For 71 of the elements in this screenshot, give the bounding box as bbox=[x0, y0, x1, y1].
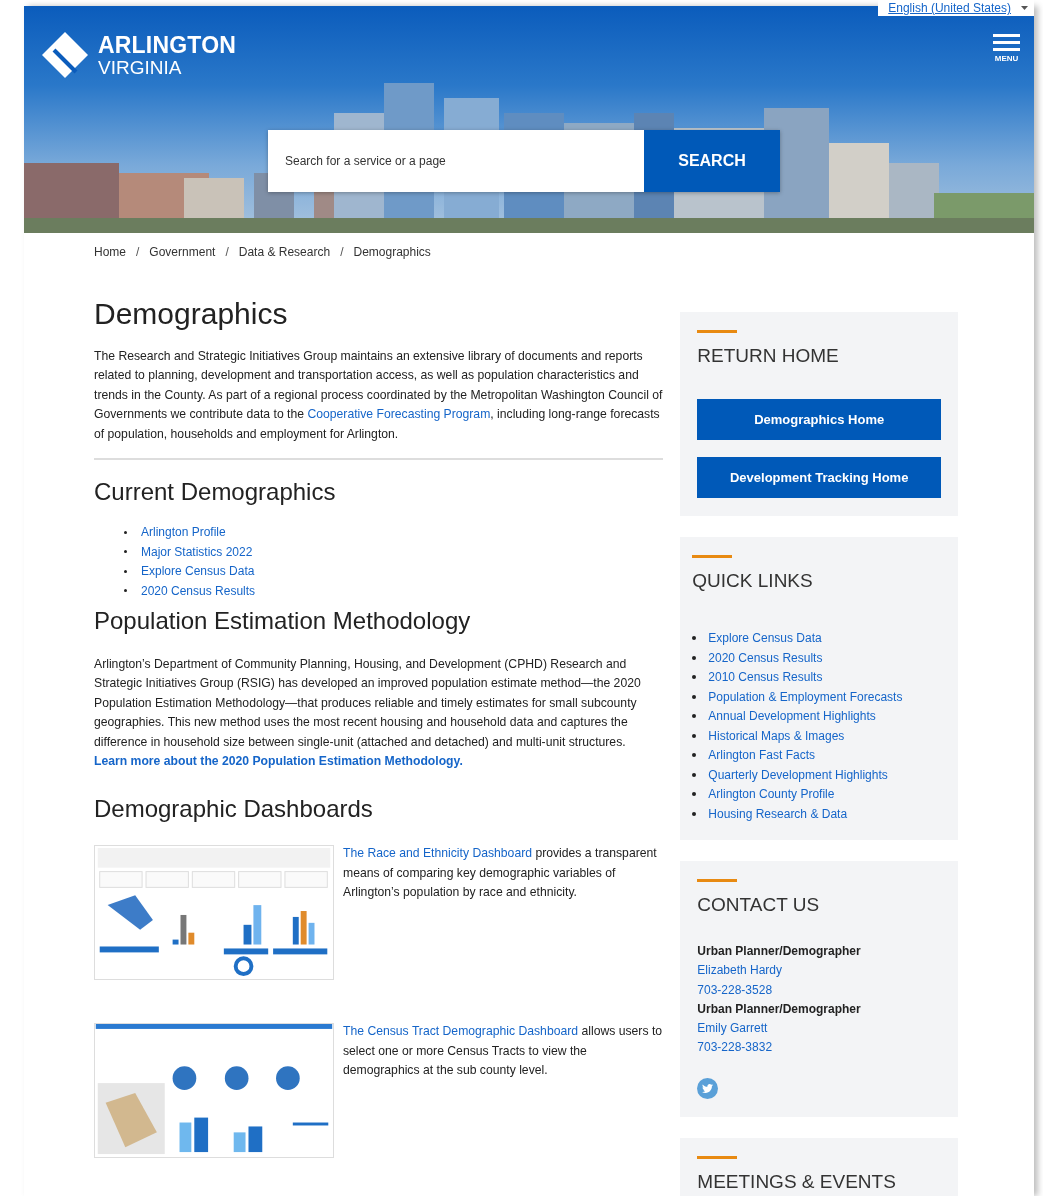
nav-button[interactable]: Demographics Home bbox=[697, 399, 941, 440]
section-heading: QUICK LINKS bbox=[692, 570, 814, 592]
page-title: Demographics bbox=[94, 297, 289, 331]
nav-button[interactable]: Development Tracking Home bbox=[697, 457, 941, 498]
accent-bar bbox=[692, 555, 733, 558]
breadcrumb-link[interactable]: Government bbox=[149, 245, 216, 259]
section-heading: RETURN HOME bbox=[697, 345, 840, 367]
list-link[interactable]: Explore Census Data bbox=[141, 563, 255, 580]
breadcrumb-link[interactable]: Demographics bbox=[353, 245, 431, 259]
breadcrumb-link[interactable]: Data & Research bbox=[238, 245, 331, 259]
section-heading: Demographic Dashboards bbox=[94, 795, 374, 824]
contact-role: Urban Planner/Demographer bbox=[697, 943, 862, 960]
breadcrumb-separator: / bbox=[340, 245, 344, 259]
accent-bar bbox=[697, 1155, 738, 1159]
bullet-icon bbox=[692, 694, 697, 699]
bullet-icon bbox=[124, 569, 127, 573]
quick-link[interactable]: 2010 Census Results bbox=[708, 669, 823, 686]
bullet-icon bbox=[692, 636, 697, 641]
section-heading: Current Demographics bbox=[94, 478, 337, 507]
quick-link[interactable]: Population & Employment Forecasts bbox=[708, 688, 903, 705]
accent-bar bbox=[697, 330, 738, 333]
contact-phone[interactable]: 703-228-3832 bbox=[697, 1038, 941, 1058]
methodology-paragraph: Arlington’s Department of Community Planning, Housing, and Development (CPHD) Research and Strategic Initiatives Group (RSIG) has developed an improved population estimate method—the 2020 Population Estimation Methodology—that produces reliable and timely estimates for small subcounty geographies. This new method uses the most recent housing and household data and captures the difference in household size between single-unit (attached and detached) and multi-unit structures. Learn more about the 2020 Population Estimation Methodology. bbox=[94, 656, 642, 771]
logo-text: ARLINGTON bbox=[98, 32, 237, 58]
intro-paragraph: The Research and Strategic Initiatives Group maintains an extensive library of documents and reports related to planning, development and transportation access, as well as population characteristics and trends in the County. As part of a regional process coordinated by the Metropolitan Washington Council of Governments we contribute data to the Cooperative Forecasting Program, including long-range forecasts of population, households and employment for Arlington. bbox=[94, 348, 664, 443]
bullet-icon bbox=[692, 675, 697, 680]
quick-link[interactable]: Annual Development Highlights bbox=[708, 708, 876, 725]
bullet-icon bbox=[692, 733, 697, 738]
quick-link[interactable]: Historical Maps & Images bbox=[708, 727, 845, 744]
quick-link[interactable]: Arlington County Profile bbox=[708, 786, 835, 803]
menu-button[interactable]: MENU bbox=[993, 30, 1020, 67]
list-link[interactable]: Major Statistics 2022 bbox=[141, 543, 253, 561]
logo-subtext: VIRGINIA bbox=[98, 58, 183, 78]
quick-link[interactable]: Quarterly Development Highlights bbox=[708, 766, 888, 783]
dashboard-description: The Race and Ethnicity Dashboard provides a transparent means of comparing key demographic variables of Arlington’s population by race and ethnicity. bbox=[343, 845, 658, 902]
bullet-icon bbox=[124, 550, 127, 554]
caret-icon bbox=[1021, 6, 1028, 10]
contact-name[interactable]: Emily Garrett bbox=[697, 1019, 941, 1039]
quick-link[interactable]: 2020 Census Results bbox=[708, 649, 823, 666]
section-heading: MEETINGS & EVENTS bbox=[697, 1170, 897, 1193]
list-link[interactable]: Arlington Profile bbox=[141, 524, 226, 541]
twitter-icon[interactable] bbox=[697, 1077, 719, 1099]
section-heading: Population Estimation Methodology bbox=[94, 607, 472, 636]
bullet-icon bbox=[124, 589, 127, 593]
dashboard-link[interactable]: The Race and Ethnicity Dashboard bbox=[343, 846, 532, 861]
accent-bar bbox=[697, 879, 738, 882]
dashboard-description: The Census Tract Demographic Dashboard allows users to select one or more Census Tracts to view the demographics at the sub county level. bbox=[343, 1023, 664, 1080]
breadcrumb-link[interactable]: Home bbox=[94, 245, 126, 259]
contact-name[interactable]: Elizabeth Hardy bbox=[697, 961, 941, 981]
quick-link[interactable]: Housing Research & Data bbox=[708, 805, 848, 822]
list-link[interactable]: 2020 Census Results bbox=[141, 582, 256, 600]
breadcrumb-separator: / bbox=[225, 245, 229, 259]
search-button[interactable]: SEARCH bbox=[643, 130, 780, 192]
search-field[interactable]: Search for a service or a page bbox=[268, 130, 643, 192]
inline-link[interactable]: Learn more about the 2020 Population Estimation Methodology. bbox=[94, 754, 463, 769]
contact-phone[interactable]: 703-228-3528 bbox=[697, 980, 941, 1000]
bullet-icon bbox=[692, 714, 697, 719]
bullet-icon bbox=[692, 811, 697, 816]
bullet-icon bbox=[692, 655, 697, 660]
dashboard-link[interactable]: The Census Tract Demographic Dashboard bbox=[343, 1024, 579, 1039]
bullet-icon bbox=[692, 772, 697, 777]
section-heading: CONTACT US bbox=[697, 894, 821, 916]
bullet-icon bbox=[124, 530, 127, 534]
quick-link[interactable]: Explore Census Data bbox=[708, 630, 822, 647]
bullet-icon bbox=[692, 753, 697, 758]
breadcrumb-separator: / bbox=[136, 245, 140, 259]
contact-role: Urban Planner/Demographer bbox=[697, 1000, 862, 1018]
quick-link[interactable]: Arlington Fast Facts bbox=[708, 747, 816, 764]
logo-icon bbox=[40, 30, 90, 80]
bullet-icon bbox=[692, 792, 697, 797]
language-select[interactable]: English (United States) bbox=[878, 0, 1034, 16]
